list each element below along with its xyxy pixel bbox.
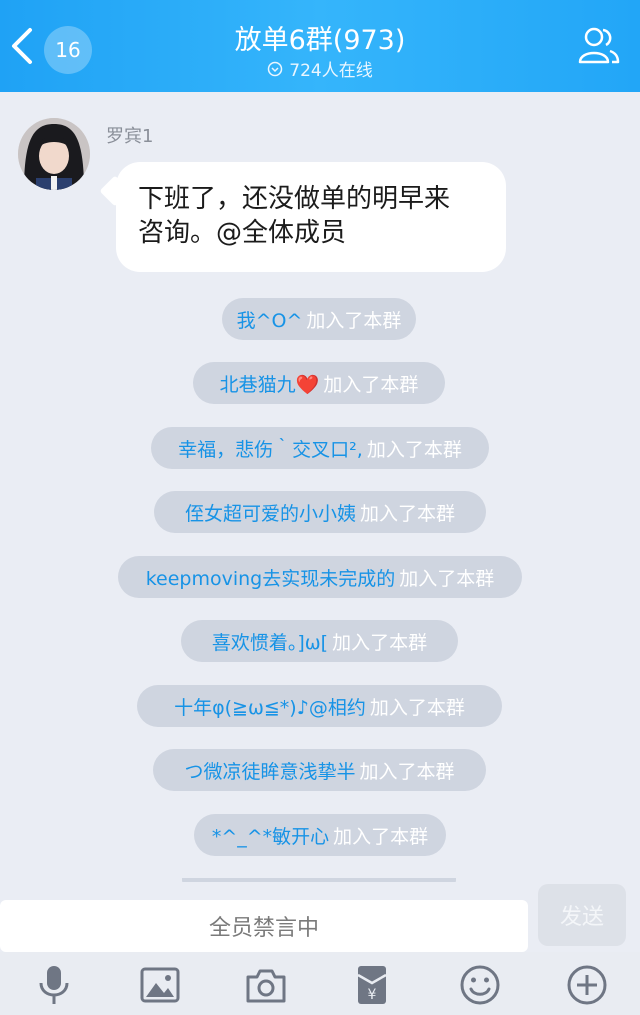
send-button[interactable]: 发送 <box>538 884 626 946</box>
member-nickname[interactable]: 喜欢惯着。]ω[ <box>212 628 328 655</box>
chat-area[interactable]: 罗宾1 下班了，还没做单的明早来 咨询。@全体成员 我^O^ 加入了本群 北巷猫九… <box>0 92 640 882</box>
join-text: 加入了本群 <box>369 696 465 719</box>
chat-header: 16 放单6群(973) 724人在线 <box>0 0 640 92</box>
join-text: 加入了本群 <box>360 502 456 525</box>
avatar-image <box>18 118 90 190</box>
plus-icon <box>567 965 607 1005</box>
more-button[interactable] <box>563 962 611 1008</box>
microphone-button[interactable] <box>30 962 78 1008</box>
group-members-icon[interactable] <box>576 22 622 68</box>
member-nickname[interactable]: つ微凉徒眸意浅挚半 <box>184 757 355 784</box>
red-packet-icon: ¥ <box>357 966 387 1004</box>
camera-button[interactable] <box>242 962 290 1008</box>
system-message: 十年φ(≧ω≦*)♪@相约 加入了本群 <box>137 685 502 727</box>
join-text: 加入了本群 <box>366 438 462 461</box>
system-message: 幸福，悲伤｀交叉口², 加入了本群 <box>151 427 489 469</box>
join-text: 加入了本群 <box>323 373 419 396</box>
join-text: 加入了本群 <box>399 567 495 590</box>
unread-count-badge: 16 <box>44 26 92 74</box>
online-status: 724人在线 <box>120 56 520 81</box>
microphone-icon <box>39 966 69 1004</box>
camera-icon <box>246 969 286 1003</box>
sender-name: 罗宾1 <box>106 126 154 147</box>
system-message: 北巷猫九❤️ 加入了本群 <box>193 362 445 404</box>
join-text: 加入了本群 <box>332 631 428 654</box>
system-message: *^_^*敏开心 加入了本群 <box>194 814 446 856</box>
bottom-toolbar: ¥ <box>0 952 640 1015</box>
system-message: つ微凉徒眸意浅挚半 加入了本群 <box>153 749 486 791</box>
member-nickname[interactable]: keepmoving去实现未完成的 <box>146 564 396 591</box>
group-title[interactable]: 放单6群(973) <box>120 18 520 57</box>
join-text: 加入了本群 <box>333 825 429 848</box>
chevron-left-icon <box>12 28 32 64</box>
message-text-line1: 下班了，还没做单的明早来 <box>138 184 451 214</box>
join-text: 加入了本群 <box>306 309 402 332</box>
message-text-line2: 咨询。@全体成员 <box>138 218 347 248</box>
svg-text:¥: ¥ <box>368 987 377 1003</box>
message-input[interactable]: 全员禁言中 <box>0 900 528 952</box>
system-message: 侄女超可爱的小小姨 加入了本群 <box>154 491 486 533</box>
back-button[interactable]: 16 <box>8 22 92 74</box>
member-nickname[interactable]: 我^O^ <box>237 306 303 333</box>
system-message: 我^O^ 加入了本群 <box>222 298 416 340</box>
online-count: 724人在线 <box>289 61 373 81</box>
emoji-icon <box>460 965 500 1005</box>
image-icon <box>140 967 180 1003</box>
system-message: keepmoving去实现未完成的 加入了本群 <box>118 556 522 598</box>
member-nickname[interactable]: 十年φ(≧ω≦*)♪@相约 <box>174 693 366 720</box>
member-nickname[interactable]: 幸福，悲伤｀交叉口², <box>178 435 363 462</box>
message-bubble[interactable]: 下班了，还没做单的明早来 咨询。@全体成员 <box>116 162 506 272</box>
red-packet-button[interactable]: ¥ <box>348 962 396 1008</box>
emoji-button[interactable] <box>456 962 504 1008</box>
member-nickname[interactable]: 侄女超可爱的小小姨 <box>185 499 356 526</box>
input-bar: 全员禁言中 发送 <box>0 882 640 952</box>
image-button[interactable] <box>136 962 184 1008</box>
online-status-icon <box>268 61 283 76</box>
member-nickname[interactable]: 北巷猫九❤️ <box>220 370 320 397</box>
join-text: 加入了本群 <box>359 760 455 783</box>
system-message: 喜欢惯着。]ω[加入了本群 <box>181 620 458 662</box>
member-nickname[interactable]: *^_^*敏开心 <box>212 822 329 849</box>
avatar[interactable] <box>18 118 90 190</box>
